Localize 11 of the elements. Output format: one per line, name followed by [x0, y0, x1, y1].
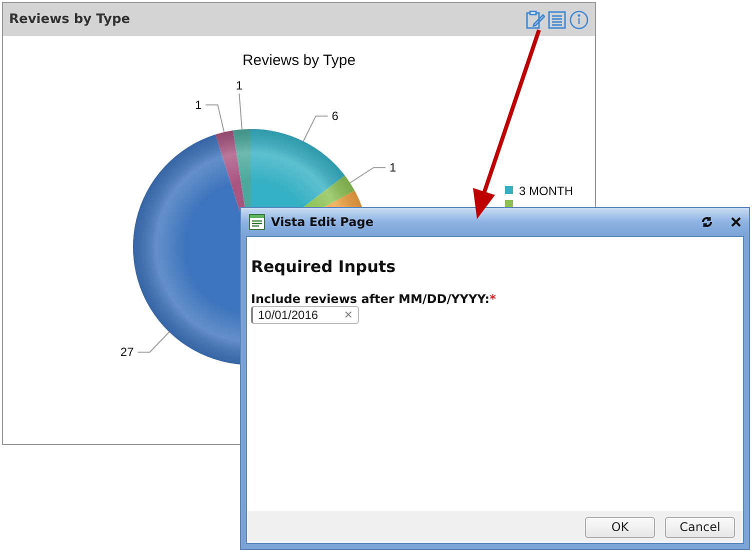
data-label: 1	[195, 98, 202, 112]
data-label: 27	[120, 345, 134, 360]
dialog-title: Vista Edit Page	[271, 215, 374, 229]
chart-title: Reviews by Type	[242, 52, 356, 69]
section-heading: Required Inputs	[251, 257, 396, 276]
field-label: Include reviews after MM/DD/YYYY:*	[251, 292, 496, 306]
data-label: 1	[390, 160, 396, 175]
data-label: 1	[236, 78, 243, 92]
panel-title: Reviews by Type	[9, 12, 130, 27]
data-label: 6	[332, 109, 338, 124]
legend-label: 3 MONTH	[519, 184, 573, 198]
